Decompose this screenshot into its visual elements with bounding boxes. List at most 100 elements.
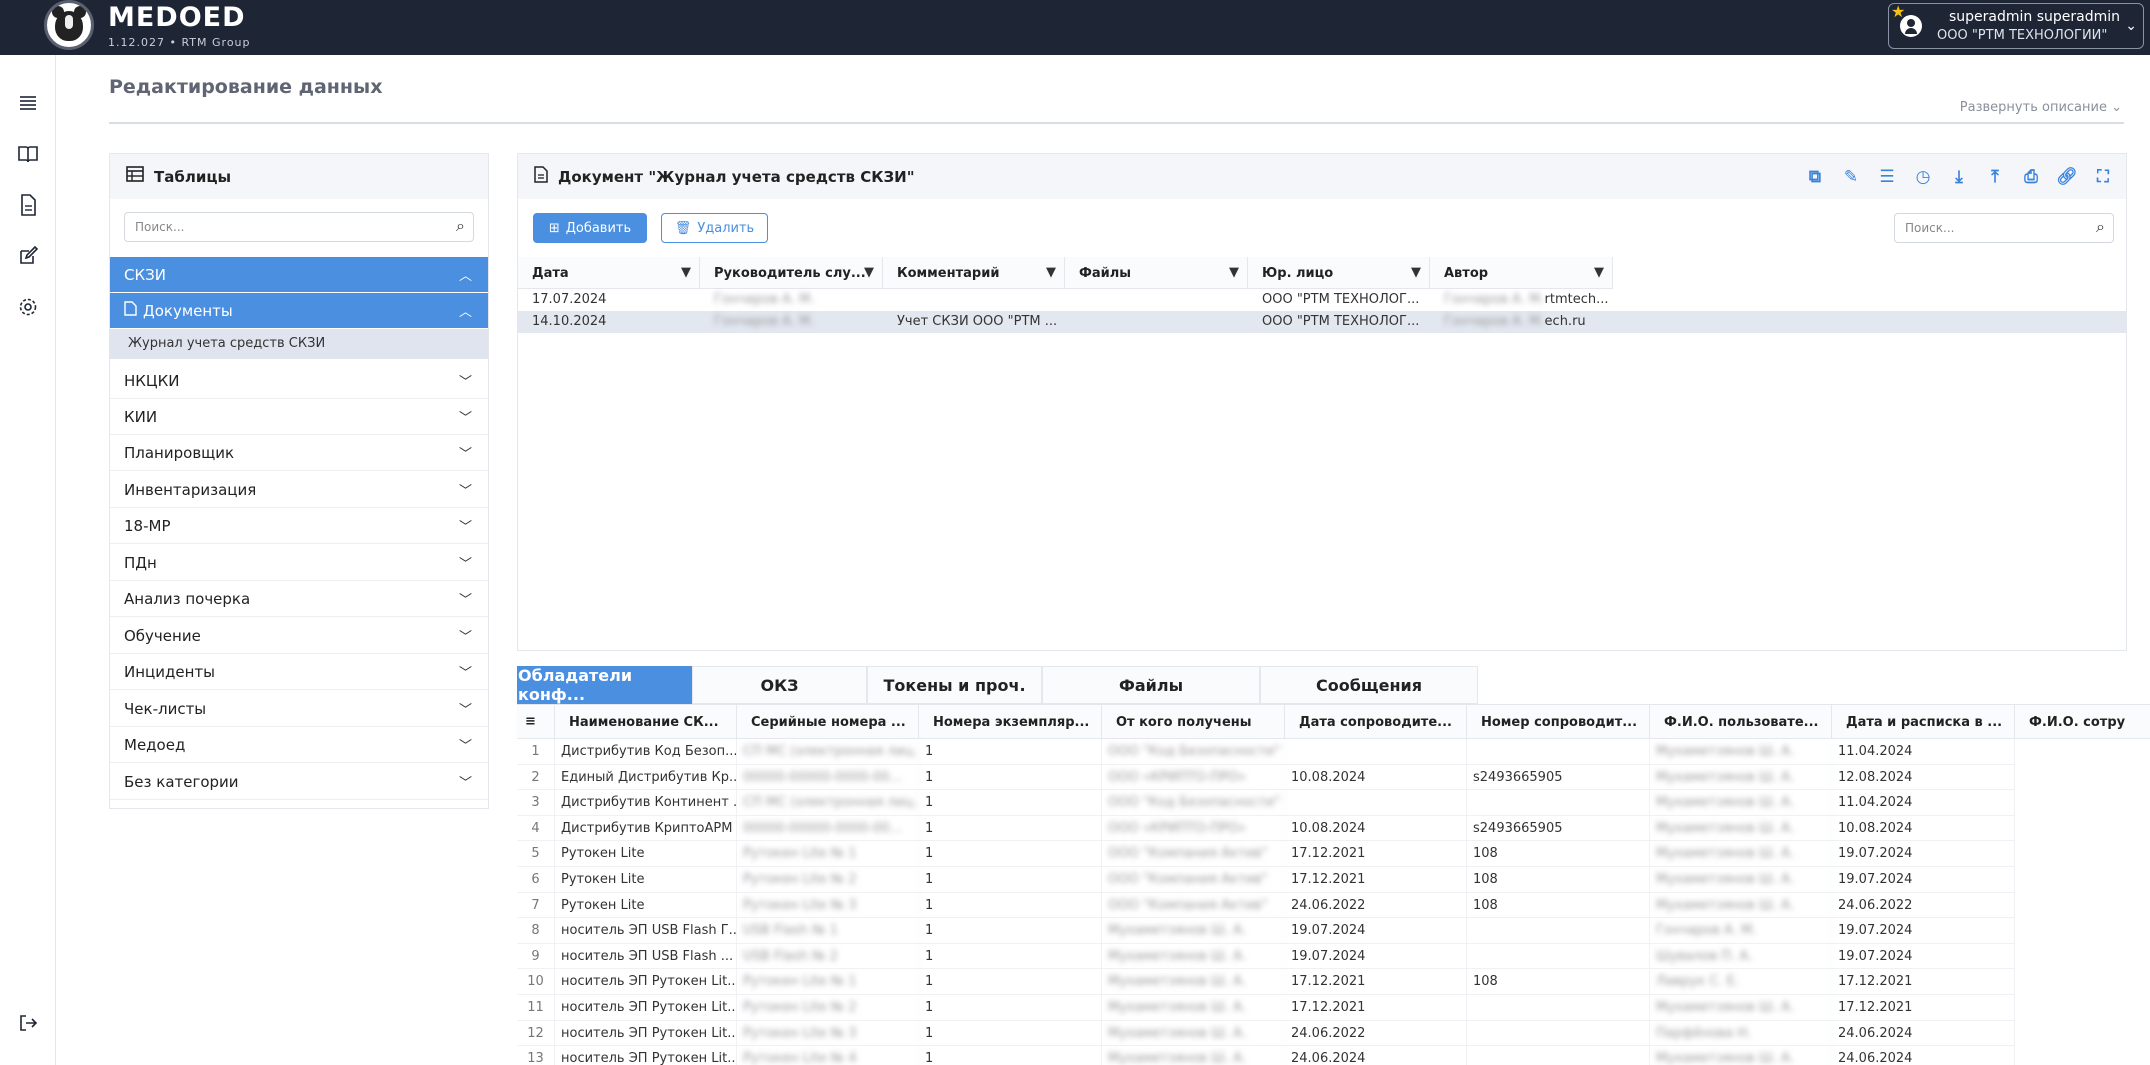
- column-header[interactable]: Комментарий ▼: [883, 257, 1065, 289]
- category-label: Инвентаризация: [124, 480, 257, 499]
- logout-icon[interactable]: [10, 1005, 46, 1041]
- table-row-selected[interactable]: 14.10.2024 Гончаров А. М. Учет СКЗИ ООО …: [518, 311, 2126, 333]
- cell-serial: USB Flash № 1: [737, 918, 919, 943]
- table-row[interactable]: 12 носитель ЭП Рутокен Lit... Рутокен Lite…: [517, 1020, 2015, 1047]
- left-rail: [0, 55, 56, 1065]
- fullscreen-icon[interactable]: ⛶: [2092, 166, 2114, 188]
- cell-n: 4: [517, 815, 555, 841]
- column-header[interactable]: Серийные номера ...: [737, 705, 919, 739]
- column-header[interactable]: От кого получены: [1102, 705, 1285, 739]
- column-header[interactable]: Файлы ▼: [1065, 257, 1248, 289]
- print-icon[interactable]: ⎙: [2020, 166, 2042, 188]
- table-row[interactable]: 10 носитель ЭП Рутокен Lit... Рутокен Lite…: [517, 969, 2015, 995]
- category-inventory[interactable]: Инвентаризация ﹀: [110, 472, 488, 508]
- category-documents[interactable]: Документы ︿: [110, 293, 488, 329]
- link-icon[interactable]: 🔗︎: [2056, 166, 2078, 188]
- table-row[interactable]: 17.07.2024 Гончаров А. М. ООО "РТМ ТЕХНО…: [518, 289, 1613, 311]
- cell-copies: 1: [919, 867, 1102, 892]
- filter-icon[interactable]: ▼: [864, 265, 874, 280]
- column-header[interactable]: Ф.И.О. пользовате...: [1650, 705, 1832, 739]
- category-no-category[interactable]: Без категории ﹀: [110, 764, 488, 800]
- category-training[interactable]: Обучение ﹀: [110, 618, 488, 654]
- list-icon[interactable]: ☰: [1876, 166, 1898, 188]
- table-row[interactable]: 6 Рутокен Lite Рутокен Lite № 2 1 ООО "Компа…: [517, 867, 2015, 893]
- category-medoed[interactable]: Медоед ﹀: [110, 727, 488, 763]
- cell-from: ООО "Компания Актив": [1102, 867, 1285, 892]
- category-incidents[interactable]: Инциденты ﹀: [110, 654, 488, 690]
- category-handwriting[interactable]: Анализ почерка ﹀: [110, 581, 488, 617]
- category-label: Обучение: [124, 626, 201, 645]
- filter-icon[interactable]: ▼: [1046, 265, 1056, 280]
- menu-icon[interactable]: [10, 85, 46, 121]
- filter-icon[interactable]: ▼: [681, 265, 691, 280]
- table-row[interactable]: 5 Рутокен Lite Рутокен Lite № 1 1 ООО "Компа…: [517, 841, 2015, 867]
- book-icon[interactable]: [10, 136, 46, 172]
- table-row[interactable]: 8 носитель ЭП USB Flash Г... USB Flash № 1…: [517, 918, 2015, 944]
- add-button[interactable]: ⊞ Добавить: [533, 213, 647, 243]
- category-kii[interactable]: КИИ ﹀: [110, 399, 488, 435]
- search-icon[interactable]: ⌕: [456, 216, 465, 236]
- copy-icon[interactable]: ⧉: [1804, 166, 1826, 188]
- cell-n: 10: [517, 969, 555, 994]
- user-menu[interactable]: ★ superadmin superadmin ООО "РТМ ТЕХНОЛО…: [1888, 2, 2144, 49]
- filter-icon[interactable]: ▼: [1411, 265, 1421, 280]
- search-icon[interactable]: ⌕: [2096, 217, 2105, 237]
- pencil-icon[interactable]: ✎: [1840, 166, 1862, 188]
- tables-search-input[interactable]: Поиск... ⌕: [124, 212, 474, 242]
- column-header[interactable]: Дата ▼: [518, 257, 700, 289]
- column-header[interactable]: Ф.И.О. сотру: [2015, 705, 2150, 739]
- gear-icon[interactable]: [10, 289, 46, 325]
- column-settings-icon[interactable]: ≡: [517, 705, 555, 739]
- tab-messages[interactable]: Сообщения: [1260, 666, 1478, 704]
- column-header[interactable]: Юр. лицо ▼: [1248, 257, 1430, 289]
- category-pdn[interactable]: ПДн ﹀: [110, 545, 488, 581]
- table-row[interactable]: 7 Рутокен Lite Рутокен Lite № 3 1 ООО "Компа…: [517, 892, 2015, 919]
- table-row[interactable]: 11 носитель ЭП Рутокен Lit... Рутокен Lite…: [517, 995, 2015, 1021]
- column-header[interactable]: Дата сопроводите...: [1285, 705, 1467, 739]
- cell-name: Дистрибутив Континент ...: [555, 790, 737, 815]
- tab-okz[interactable]: ОКЗ: [692, 666, 867, 704]
- cell-doc: s2493665905: [1467, 815, 1650, 841]
- expand-description-link[interactable]: Развернуть описание ⌄: [1960, 100, 2122, 115]
- table-row[interactable]: 9 носитель ЭП USB Flash ... USB Flash № 21…: [517, 943, 2015, 970]
- document-search-input[interactable]: Поиск... ⌕: [1894, 213, 2114, 243]
- cell-receipt: 10.08.2024: [1832, 815, 2015, 841]
- cell-copies: 1: [919, 918, 1102, 943]
- tab-owners[interactable]: Обладатели конф...: [517, 666, 692, 704]
- table-row[interactable]: 3 Дистрибутив Континент ... СП МС (электро…: [517, 790, 2015, 816]
- filter-icon[interactable]: ▼: [1229, 265, 1239, 280]
- column-header[interactable]: Номер сопроводит...: [1467, 705, 1650, 739]
- chevron-up-icon: ︿: [458, 269, 472, 284]
- tab-tokens[interactable]: Токены и проч.: [867, 666, 1042, 704]
- category-checklists[interactable]: Чек-листы ﹀: [110, 691, 488, 727]
- edit-icon[interactable]: [10, 238, 46, 274]
- column-header[interactable]: Автор ▼: [1430, 257, 1613, 289]
- column-header[interactable]: Наименование СК...: [555, 705, 737, 739]
- logo-icon[interactable]: [44, 0, 94, 50]
- document-icon: [124, 301, 137, 320]
- user-avatar-icon: [1900, 15, 1922, 37]
- cell-n: 2: [517, 764, 555, 790]
- column-header[interactable]: Руководитель слу... ▼: [700, 257, 883, 289]
- column-header[interactable]: Номера экземпляр...: [919, 705, 1102, 739]
- delete-button[interactable]: 🗑︎ Удалить: [661, 213, 768, 243]
- cell-user: Мухаметзянов Ш. А.: [1650, 892, 1832, 918]
- table-row[interactable]: 13 носитель ЭП Рутокен Lit... Рутокен Lite…: [517, 1046, 2015, 1065]
- category-18mr[interactable]: 18-МР ﹀: [110, 508, 488, 544]
- document-icon[interactable]: [10, 187, 46, 223]
- table-item-journal[interactable]: Журнал учета средств СКЗИ: [110, 329, 488, 359]
- upload-icon[interactable]: ⤒: [1984, 166, 2006, 188]
- clock-icon[interactable]: ◷: [1912, 166, 1934, 188]
- category-nkcki[interactable]: НКЦКИ ﹀: [110, 363, 488, 399]
- download-icon[interactable]: ⤓: [1948, 166, 1970, 188]
- table-row[interactable]: 1 Дистрибутив Код Безоп... СП МС (электрон…: [517, 739, 2015, 765]
- table-row[interactable]: 2 Единый Дистрибутив Кр... 00000-00000-000…: [517, 764, 2015, 791]
- tab-files[interactable]: Файлы: [1042, 666, 1260, 704]
- column-header[interactable]: Дата и расписка в ...: [1832, 705, 2015, 739]
- category-scheduler[interactable]: Планировщик ﹀: [110, 435, 488, 471]
- category-skzi[interactable]: СКЗИ ︿: [110, 257, 488, 293]
- filter-icon[interactable]: ▼: [1594, 265, 1604, 280]
- table-row[interactable]: 4 Дистрибутив КриптоАРМ 00000-00000-0000-0…: [517, 815, 2015, 842]
- cell-receipt: 17.12.2021: [1832, 995, 2015, 1020]
- cell-name: Рутокен Lite: [555, 841, 737, 866]
